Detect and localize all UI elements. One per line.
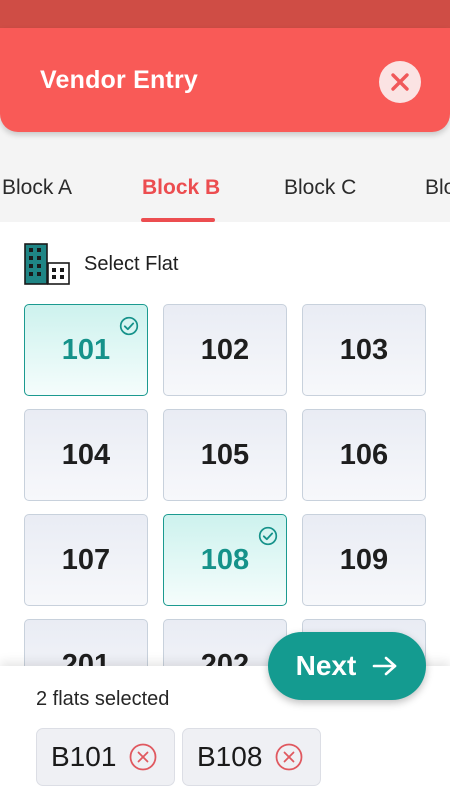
- flat-tile[interactable]: 104: [24, 409, 148, 501]
- flat-number: 108: [200, 543, 250, 576]
- flat-number: 101: [61, 333, 111, 366]
- next-button[interactable]: Next: [268, 632, 426, 700]
- block-tabs: Block A Block B Block C Block D: [0, 150, 450, 222]
- flat-number: 104: [61, 438, 111, 471]
- app-header: Vendor Entry: [0, 28, 450, 132]
- tab-block-b[interactable]: Block B: [142, 176, 220, 200]
- flat-tile[interactable]: 105: [163, 409, 287, 501]
- chip-label: B108: [197, 741, 263, 772]
- tab-block-a[interactable]: Block A: [2, 176, 72, 200]
- remove-circle-icon[interactable]: [128, 742, 158, 772]
- flat-number: 109: [339, 543, 389, 576]
- check-circle-icon: [258, 521, 278, 554]
- flat-tile[interactable]: 107: [24, 514, 148, 606]
- tab-block-d[interactable]: Block D: [425, 176, 450, 200]
- flat-tile[interactable]: 108: [163, 514, 287, 606]
- flat-tile[interactable]: 103: [302, 304, 426, 396]
- page-title: Vendor Entry: [40, 66, 198, 94]
- selected-flat-chip: B108: [182, 728, 321, 786]
- flat-number: 105: [200, 438, 250, 471]
- flat-tile[interactable]: 102: [163, 304, 287, 396]
- selection-count: 2 flats selected: [36, 688, 170, 710]
- flat-number: 102: [200, 333, 250, 366]
- selected-flat-chip: B101: [36, 728, 175, 786]
- flat-number: 106: [339, 438, 389, 471]
- flat-tile[interactable]: 109: [302, 514, 426, 606]
- status-bar: [0, 0, 450, 28]
- section-header: Select Flat: [24, 242, 178, 286]
- remove-circle-icon[interactable]: [274, 742, 304, 772]
- section-label: Select Flat: [84, 252, 179, 275]
- chip-label: B101: [51, 741, 117, 772]
- flat-number: 107: [61, 543, 111, 576]
- tab-block-c[interactable]: Block C: [284, 176, 356, 200]
- next-button-label: Next: [295, 650, 357, 681]
- check-circle-icon: [119, 311, 139, 344]
- flat-tile[interactable]: 106: [302, 409, 426, 501]
- flat-tile[interactable]: 101: [24, 304, 148, 396]
- flat-number: 103: [339, 333, 389, 366]
- arrow-right-icon: [372, 655, 398, 677]
- close-icon: [391, 73, 409, 91]
- close-button[interactable]: [379, 61, 421, 103]
- buildings-icon: [24, 243, 70, 285]
